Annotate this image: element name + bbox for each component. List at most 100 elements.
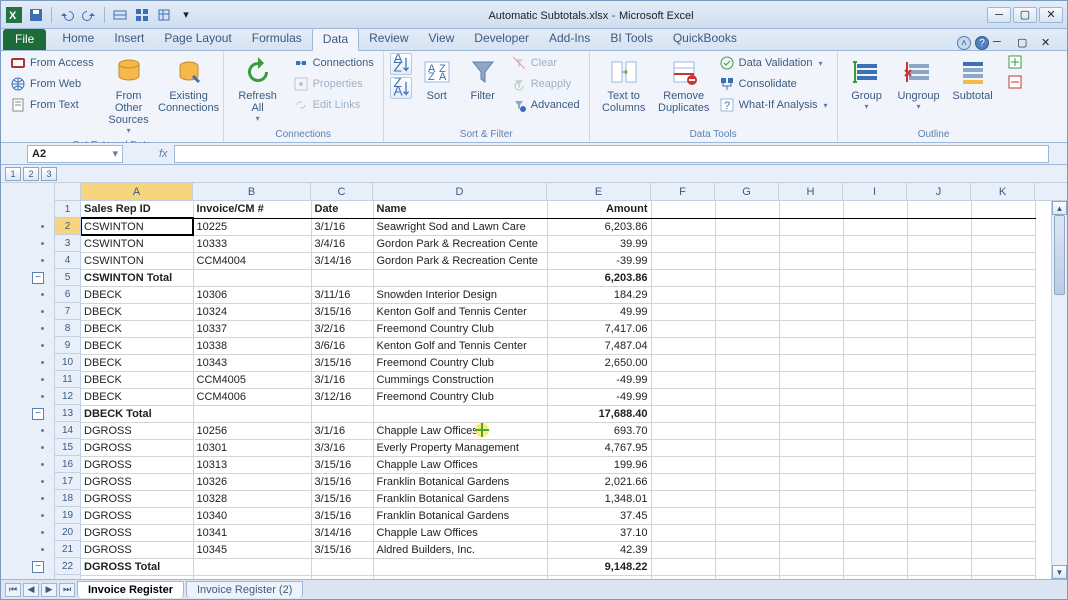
cell[interactable] [715,286,779,303]
cell[interactable] [651,405,715,422]
col-header-B[interactable]: B [193,183,311,200]
cell[interactable]: Freemond Country Club [373,388,547,405]
consolidate-button[interactable]: Consolidate [716,74,831,94]
data-row[interactable]: DGROSS103013/3/16Everly Property Managem… [81,439,1035,456]
cell[interactable]: 39.99 [547,235,651,252]
cell[interactable] [651,269,715,286]
cell[interactable] [843,490,907,507]
cell[interactable] [373,269,547,286]
cell[interactable] [971,269,1035,286]
cell[interactable]: 3/15/16 [311,456,373,473]
filter-button[interactable]: Filter [462,53,504,105]
cell[interactable] [843,218,907,235]
from-other-sources-button[interactable]: From Other Sources▾ [101,53,157,138]
data-row[interactable]: MCHAMBERLIN102263/1/16Armstrong Landscap… [81,575,1035,579]
outline-collapse-button[interactable]: − [32,408,44,420]
cell[interactable] [715,422,779,439]
cell[interactable] [779,388,843,405]
cell[interactable]: 693.70 [547,422,651,439]
row-header[interactable]: 21 [55,541,80,558]
cell[interactable]: 3/15/16 [311,473,373,490]
cell[interactable]: Freemond Country Club [373,354,547,371]
cell[interactable] [907,320,971,337]
cell[interactable]: DGROSS [81,439,193,456]
cell[interactable] [651,490,715,507]
row-header[interactable]: 10 [55,354,80,371]
cell[interactable]: 10256 [193,422,311,439]
cell[interactable]: DGROSS Total [81,558,193,575]
row-header[interactable]: 9 [55,337,80,354]
cell[interactable] [907,371,971,388]
cell[interactable] [779,371,843,388]
cell[interactable] [715,337,779,354]
whatif-button[interactable]: ?What-If Analysis▾ [716,95,831,115]
cell[interactable] [779,269,843,286]
cell[interactable]: Freemond Country Club [373,320,547,337]
cell[interactable] [907,218,971,235]
cell[interactable]: DBECK [81,371,193,388]
cell[interactable]: 49.99 [547,303,651,320]
cell[interactable]: Chapple Law Offices [373,422,547,439]
col-header-J[interactable]: J [907,183,971,200]
col-header-I[interactable]: I [843,183,907,200]
cell[interactable] [651,337,715,354]
cell[interactable] [971,422,1035,439]
redo-icon[interactable] [80,6,98,24]
cell[interactable]: 10301 [193,439,311,456]
data-row[interactable]: DBECKCCM40053/1/16Cummings Construction-… [81,371,1035,388]
cell[interactable] [907,388,971,405]
row-header[interactable]: 7 [55,303,80,320]
row-header[interactable]: 4 [55,252,80,269]
existing-connections-button[interactable]: Existing Connections [161,53,217,117]
cell[interactable] [651,507,715,524]
cell[interactable] [715,252,779,269]
cell[interactable] [715,507,779,524]
cell[interactable] [651,218,715,235]
data-row[interactable]: DBECK103383/6/16Kenton Golf and Tennis C… [81,337,1035,354]
cell[interactable] [907,473,971,490]
qat-custom-3-icon[interactable] [155,6,173,24]
cell[interactable]: Franklin Botanical Gardens [373,507,547,524]
cell[interactable]: 3/15/16 [311,490,373,507]
cell[interactable] [843,252,907,269]
cell[interactable] [779,235,843,252]
cell[interactable]: 10337 [193,320,311,337]
cell[interactable] [907,337,971,354]
cell[interactable] [907,422,971,439]
cell[interactable] [651,201,715,218]
cell[interactable]: 3/15/16 [311,507,373,524]
row-header[interactable]: 12 [55,388,80,405]
col-header-E[interactable]: E [547,183,651,200]
cell[interactable] [907,490,971,507]
cell[interactable]: Kenton Golf and Tennis Center [373,337,547,354]
cell[interactable]: MCHAMBERLIN [81,575,193,579]
cell[interactable]: DBECK Total [81,405,193,422]
cell[interactable]: 10345 [193,541,311,558]
row-header[interactable]: 6 [55,286,80,303]
cell[interactable]: Cummings Construction [373,371,547,388]
tab-insert[interactable]: Insert [104,28,154,50]
data-row[interactable]: DGROSS103403/15/16Franklin Botanical Gar… [81,507,1035,524]
cell[interactable] [907,303,971,320]
cell[interactable]: 6,203.86 [547,218,651,235]
cell[interactable] [907,405,971,422]
cell[interactable] [907,235,971,252]
cell[interactable]: 2,021.66 [547,473,651,490]
cell[interactable]: Franklin Botanical Gardens [373,473,547,490]
cell[interactable]: 10225 [193,218,311,235]
maximize-button[interactable]: ▢ [1013,7,1037,23]
name-box[interactable]: ▾ [27,145,123,163]
subtotal-row[interactable]: DGROSS Total9,148.22 [81,558,1035,575]
cell[interactable] [779,524,843,541]
cell[interactable] [843,337,907,354]
tab-review[interactable]: Review [359,28,418,50]
formula-input[interactable] [174,145,1049,163]
cell[interactable]: CSWINTON Total [81,269,193,286]
cell[interactable] [843,558,907,575]
cell[interactable] [715,456,779,473]
cell[interactable]: 3/12/16 [311,388,373,405]
row-header[interactable]: 13 [55,405,80,422]
sheet-nav-0[interactable]: ⏮ [5,583,21,597]
ungroup-button[interactable]: Ungroup▾ [894,53,944,114]
cell[interactable] [715,524,779,541]
